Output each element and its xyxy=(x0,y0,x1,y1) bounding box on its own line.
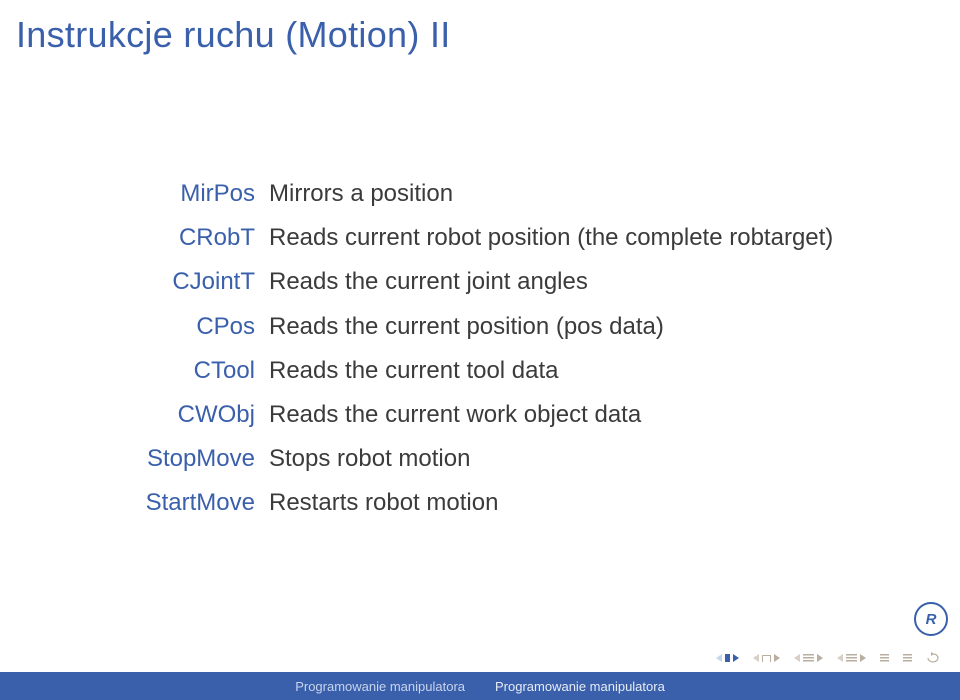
nav-replay-icon[interactable] xyxy=(926,652,942,664)
slide-title: Instrukcje ruchu (Motion) II xyxy=(16,14,451,56)
description: Reads the current tool data xyxy=(269,352,900,389)
nav-first-icon[interactable] xyxy=(716,654,739,662)
description: Mirrors a position xyxy=(269,175,900,212)
list-item: CRobT Reads current robot position (the … xyxy=(70,219,900,256)
term: StartMove xyxy=(70,484,269,521)
list-item: CWObj Reads the current work object data xyxy=(70,396,900,433)
footer-text: Programowanie manipulatora Programowanie… xyxy=(295,679,665,694)
nav-prev-icon[interactable] xyxy=(753,654,780,662)
description: Restarts robot motion xyxy=(269,484,900,521)
term: CWObj xyxy=(70,396,269,433)
description: Reads current robot position (the comple… xyxy=(269,219,900,256)
term: CPos xyxy=(70,308,269,345)
list-item: CJointT Reads the current joint angles xyxy=(70,263,900,300)
slide: Instrukcje ruchu (Motion) II MirPos Mirr… xyxy=(0,0,960,700)
list-item: CTool Reads the current tool data xyxy=(70,352,900,389)
footer-bar: Programowanie manipulatora Programowanie… xyxy=(0,672,960,700)
term: CJointT xyxy=(70,263,269,300)
description: Stops robot motion xyxy=(269,440,900,477)
list-item: StopMove Stops robot motion xyxy=(70,440,900,477)
nav-back-section-icon[interactable] xyxy=(794,654,823,662)
list-item: StartMove Restarts robot motion xyxy=(70,484,900,521)
list-item: MirPos Mirrors a position xyxy=(70,175,900,212)
footer-left: Programowanie manipulatora xyxy=(295,679,465,694)
term: MirPos xyxy=(70,175,269,212)
list-item: CPos Reads the current position (pos dat… xyxy=(70,308,900,345)
term: StopMove xyxy=(70,440,269,477)
term: CRobT xyxy=(70,219,269,256)
description: Reads the current work object data xyxy=(269,396,900,433)
logo-letter: R xyxy=(926,611,937,628)
nav-controls xyxy=(716,652,942,664)
nav-outline2-icon[interactable] xyxy=(903,654,912,662)
term: CTool xyxy=(70,352,269,389)
definition-list: MirPos Mirrors a position CRobT Reads cu… xyxy=(70,175,900,529)
description: Reads the current joint angles xyxy=(269,263,900,300)
university-logo: R xyxy=(914,602,948,636)
footer-right: Programowanie manipulatora xyxy=(495,679,665,694)
nav-fwd-section-icon[interactable] xyxy=(837,654,866,662)
description: Reads the current position (pos data) xyxy=(269,308,900,345)
nav-outline-icon[interactable] xyxy=(880,654,889,662)
